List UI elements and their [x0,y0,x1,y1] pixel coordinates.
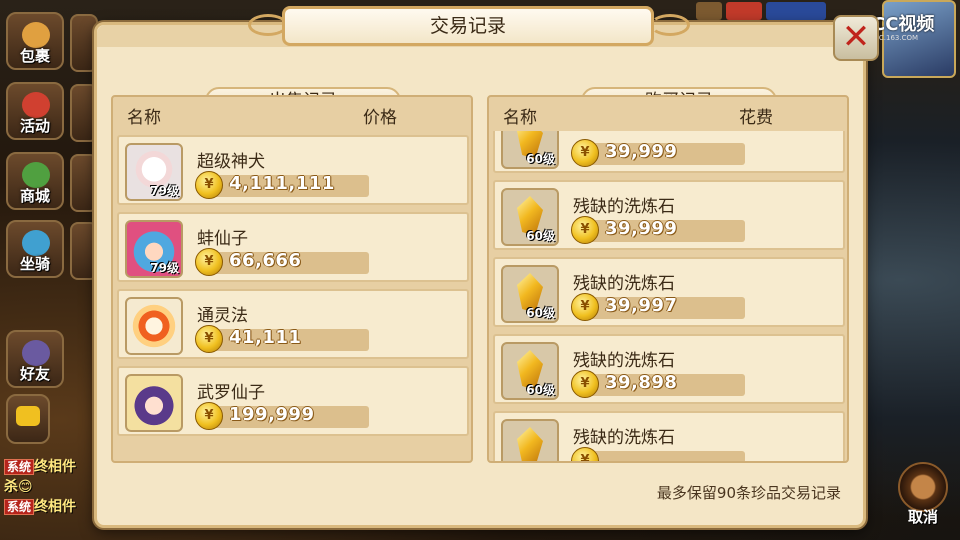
sell-records-panel: 名称 价格 79级 超级神犬 ¥ 4,111,111 79级 蚌仙子 ¥ 66,… [111,95,473,463]
stone-icon [501,419,559,461]
pet-dog-icon: 79级 [125,143,183,201]
level-badge: 79级 [150,261,179,275]
menu-label: 活动 [19,117,50,135]
trade-record-dialog: 出售记录 购买记录 名称 价格 79级 超级神犬 ¥ 4,111,111 79级… [94,22,866,528]
top-status-strip [696,2,722,20]
coin-icon: ¥ [571,216,599,244]
menu-shop-button[interactable]: 商城 [6,152,64,210]
item-price: 39,997 [605,295,678,316]
buy-record-row[interactable]: 60级 残缺的洗炼石 ¥ 39,997 [493,257,845,327]
item-price: 4,111,111 [229,173,335,194]
pet-wuluo-icon [125,374,183,432]
title-scroll-ornament [650,14,690,36]
item-price: 39,999 [605,218,678,239]
buy-records-list[interactable]: 60级 ¥ 39,999 60级 残缺的洗炼石 ¥ 39,999 60级 残缺的… [489,131,847,461]
chat-tag: 系统 [4,499,35,515]
stone-icon: 60级 [501,188,559,246]
coin-icon: ¥ [195,171,223,199]
coin-icon: ¥ [571,447,599,461]
chat-line: 系统 终相件 [4,496,96,516]
col-name-header: 名称 [503,108,537,128]
menu-friend-button[interactable]: 好友 [6,330,64,388]
sell-record-row[interactable]: 武罗仙子 ¥ 199,999 [117,366,469,436]
col-cost-header: 花费 [739,108,773,128]
coin-icon: ¥ [195,402,223,430]
sell-record-row[interactable]: 通灵法 ¥ 41,111 [117,289,469,359]
buy-records-panel: 名称 花费 60级 ¥ 39,999 60级 残缺的洗炼石 ¥ 39,999 6… [487,95,849,463]
item-name: 武罗仙子 [197,383,265,403]
stone-icon: 60级 [501,342,559,400]
buy-panel-header: 名称 花费 [489,97,847,131]
sell-records-list[interactable]: 79级 超级神犬 ¥ 4,111,111 79级 蚌仙子 ¥ 66,666 通灵… [113,131,471,461]
coin-icon: ¥ [195,248,223,276]
chat-line: 系统 终相件 [4,456,96,476]
item-price: 39,999 [605,141,678,162]
level-badge: 79级 [150,184,179,198]
item-name: 残缺的洗炼石 [573,351,675,371]
retention-note: 最多保留90条珍品交易记录 [656,484,841,502]
cancel-label: 取消 [907,508,938,526]
buy-record-row[interactable]: 残缺的洗炼石 ¥ [493,411,845,461]
buy-record-row[interactable]: 60级 残缺的洗炼石 ¥ 39,999 [493,180,845,250]
col-price-header: 价格 [363,108,397,128]
chat-line: 杀😊 [4,476,96,496]
menu-label: 好友 [19,365,50,383]
stone-icon: 60级 [501,131,559,169]
cancel-gear-icon [898,462,948,512]
pet-fairy-icon: 79级 [125,220,183,278]
item-name: 蚌仙子 [197,229,248,249]
skill-book-icon [125,297,183,355]
col-name-header: 名称 [127,108,161,128]
item-price: 199,999 [229,404,315,425]
chat-text: 终相件 [34,459,77,475]
sell-record-row[interactable]: 79级 蚌仙子 ¥ 66,666 [117,212,469,282]
chat-text: 杀😊 [4,479,33,495]
coin-icon: ¥ [571,370,599,398]
coin-icon: ¥ [571,293,599,321]
stone-icon: 60级 [501,265,559,323]
top-status-strip [726,2,762,20]
level-badge: 60级 [526,229,555,243]
sell-panel-header: 名称 价格 [113,97,471,131]
chat-text: 终相件 [34,499,77,515]
coin-icon: ¥ [195,325,223,353]
cancel-button[interactable]: 取消 [888,458,958,528]
item-name: 超级神犬 [197,152,265,172]
coin-icon: ¥ [571,139,599,167]
buy-record-row[interactable]: 60级 ¥ 39,999 [493,131,845,173]
top-status-strip [766,2,826,20]
level-badge: 60级 [526,383,555,397]
chat-bubble-icon [16,406,40,426]
watermark-title: CC视频 [872,14,935,35]
dialog-title: 交易记录 [282,6,654,46]
sell-record-row[interactable]: 79级 超级神犬 ¥ 4,111,111 [117,135,469,205]
menu-label: 商城 [19,187,50,205]
menu-mount-button[interactable]: 坐骑 [6,220,64,278]
level-badge: 60级 [526,152,555,166]
buy-record-row[interactable]: 60级 残缺的洗炼石 ¥ 39,898 [493,334,845,404]
menu-label: 包裹 [19,47,50,65]
item-price: 66,666 [229,250,302,271]
watermark-url: CC.163.COM [874,34,919,42]
level-badge: 60级 [526,306,555,320]
menu-bag-button[interactable]: 包裹 [6,12,64,70]
price-bar [577,451,745,461]
chat-bubble-button[interactable] [6,394,50,444]
close-button[interactable]: ✕ [833,15,879,61]
item-price: 41,111 [229,327,302,348]
menu-activity-button[interactable]: 活动 [6,82,64,140]
item-name: 残缺的洗炼石 [573,197,675,217]
chat-tag: 系统 [4,459,35,475]
item-name: 通灵法 [197,306,248,326]
item-price: 39,898 [605,372,678,393]
item-name: 残缺的洗炼石 [573,428,675,448]
menu-label: 坐骑 [19,255,50,273]
item-name: 残缺的洗炼石 [573,274,675,294]
